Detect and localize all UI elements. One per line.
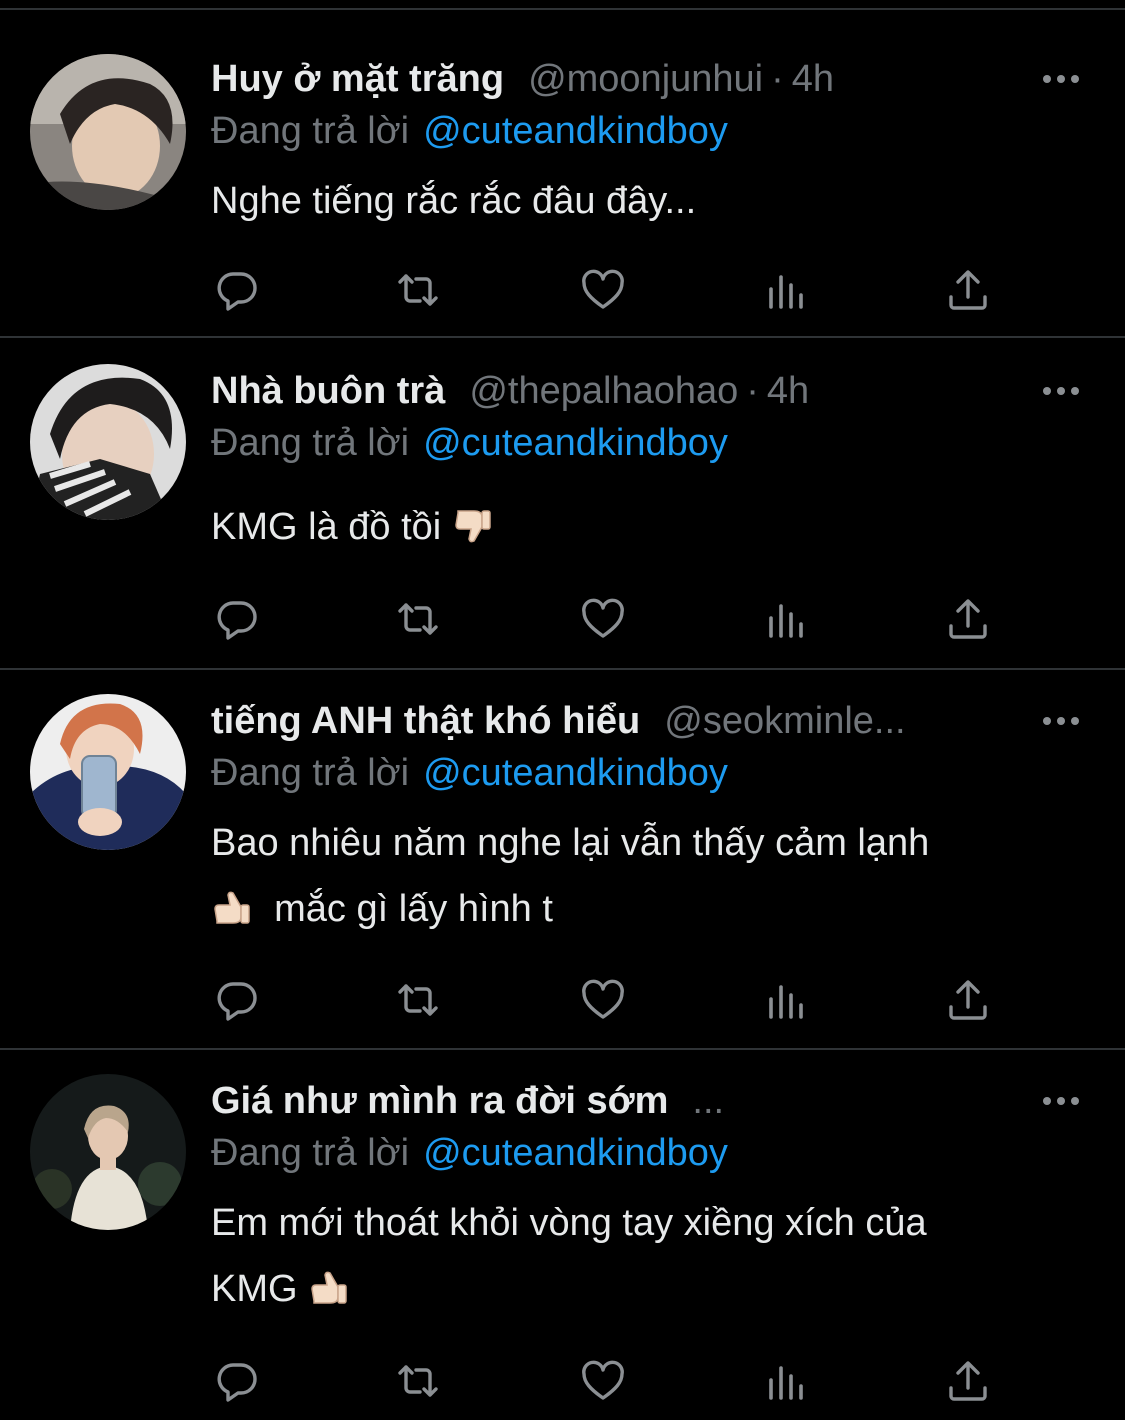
timestamp[interactable]: 4h [767,370,809,413]
share-icon[interactable] [943,265,993,315]
retweet-icon[interactable] [393,975,443,1025]
replying-to: Đang trả lời @cuteandkindboy [211,106,728,156]
tweet-text-line: KMG [211,1256,1061,1322]
replying-to-label: Đang trả lời [211,421,410,464]
tweet-header: Huy ở mặt trăng @moonjunhui · 4h [211,54,975,104]
replying-to: Đang trả lời @cuteandkindboy [211,418,728,468]
replying-to-label: Đang trả lời [211,109,410,152]
display-name[interactable]: Huy ở mặt trăng [211,58,504,101]
tweet-header: Giá như mình ra đời sớm ... [211,1076,975,1126]
separator: · [771,57,784,100]
separator: · [746,369,759,412]
display-name[interactable]: Nhà buôn trà [211,370,445,413]
timestamp[interactable]: 4h [792,58,834,101]
views-icon[interactable] [761,594,811,644]
replying-to-link[interactable]: @cuteandkindboy [423,422,728,465]
tweet-text-line: Em mới thoát khỏi vòng tay xiềng xích củ… [211,1202,927,1244]
tweet-text: Em mới thoát khỏi vòng tay xiềng xích củ… [211,1190,1061,1322]
reply-icon[interactable] [212,594,262,644]
tweet-header: tiếng ANH thật khó hiểu @seokminle... [211,696,975,746]
reply-feed: Huy ở mặt trăng @moonjunhui · 4h Đang tr… [0,0,1125,1420]
replying-to-label: Đang trả lời [211,1131,410,1174]
action-bar [0,975,1125,1025]
display-name[interactable]: tiếng ANH thật khó hiểu [211,700,640,743]
tweet[interactable]: Nhà buôn trà @thepalhaohao · 4h Đang trả… [0,338,1125,670]
tweet[interactable]: Huy ở mặt trăng @moonjunhui · 4h Đang tr… [0,10,1125,338]
views-icon[interactable] [761,975,811,1025]
tweet-text-segment: KMG là đồ tồi [211,506,442,548]
more-horizontal-icon[interactable] [1041,54,1081,104]
thumbs-up-emoji [214,891,250,924]
display-name[interactable]: Giá như mình ra đời sớm [211,1080,668,1123]
tweet[interactable]: tiếng ANH thật khó hiểu @seokminle... Đa… [0,670,1125,1050]
tweet-text-line: Nghe tiếng rắc rắc đâu đây... [211,180,697,222]
more-horizontal-icon[interactable] [1041,1076,1081,1126]
avatar[interactable] [30,694,186,850]
retweet-icon[interactable] [393,594,443,644]
heart-icon[interactable] [578,975,628,1025]
avatar[interactable] [30,1074,186,1230]
user-handle[interactable]: @seokminle... [664,700,905,743]
replying-to-link[interactable]: @cuteandkindboy [423,1132,728,1175]
share-icon[interactable] [943,1356,993,1406]
action-bar [0,1356,1125,1406]
views-icon[interactable] [761,1356,811,1406]
retweet-icon[interactable] [393,1356,443,1406]
share-icon[interactable] [943,975,993,1025]
heart-icon[interactable] [578,265,628,315]
reply-icon[interactable] [212,265,262,315]
reply-icon[interactable] [212,975,262,1025]
replying-to-link[interactable]: @cuteandkindboy [423,110,728,153]
user-handle[interactable]: @moonjunhui [528,58,763,101]
tweet-text-line: mắc gì lấy hình t [211,876,1061,942]
tweet[interactable]: Giá như mình ra đời sớm ... Đang trả lời… [0,1050,1125,1420]
replying-to: Đang trả lời @cuteandkindboy [211,748,728,798]
thumbs-up-emoji [311,1271,347,1304]
tweet-text-segment: mắc gì lấy hình t [274,888,553,930]
more-horizontal-icon[interactable] [1041,366,1081,416]
more-horizontal-icon[interactable] [1041,696,1081,746]
retweet-icon[interactable] [393,265,443,315]
tweet-text-line: Bao nhiêu năm nghe lại vẫn thấy cảm lạnh [211,822,930,864]
replying-to-link[interactable]: @cuteandkindboy [423,752,728,795]
reply-icon[interactable] [212,1356,262,1406]
thumbs-down-emoji [455,510,491,543]
user-handle[interactable]: @thepalhaohao [469,370,738,413]
avatar[interactable] [30,364,186,520]
tweet-text: Bao nhiêu năm nghe lại vẫn thấy cảm lạnh… [211,810,1061,942]
heart-icon[interactable] [578,1356,628,1406]
avatar[interactable] [30,54,186,210]
replying-to-label: Đang trả lời [211,751,410,794]
tweet-text-segment: KMG [211,1268,298,1310]
tweet-text: KMG là đồ tồi [211,494,1061,560]
user-handle[interactable]: ... [692,1080,724,1123]
tweet-header: Nhà buôn trà @thepalhaohao · 4h [211,366,975,416]
action-bar [0,265,1125,315]
replying-to: Đang trả lời @cuteandkindboy [211,1128,728,1178]
action-bar [0,594,1125,644]
heart-icon[interactable] [578,594,628,644]
views-icon[interactable] [761,265,811,315]
tweet-text-line: KMG là đồ tồi [211,494,1061,560]
tweet-text: Nghe tiếng rắc rắc đâu đây... [211,168,1061,234]
share-icon[interactable] [943,594,993,644]
